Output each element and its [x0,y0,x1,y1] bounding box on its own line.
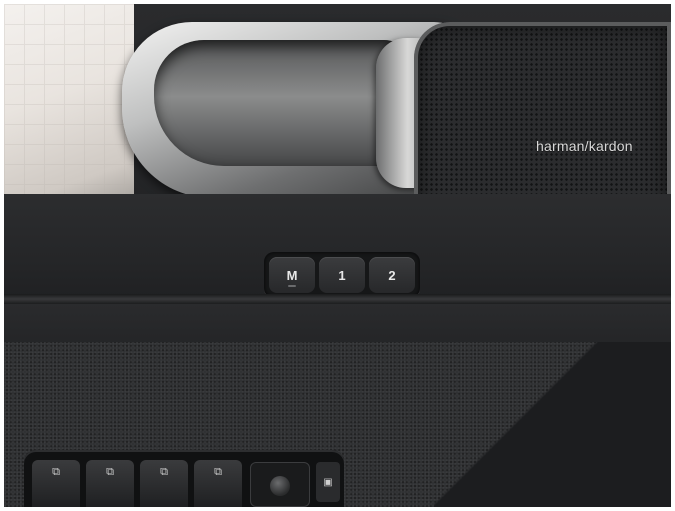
window-switch-rear-right[interactable]: ⧉ [194,460,242,507]
carpet-edge-shadow [434,342,671,507]
car-door-photo: harman/kardon M 1 2 ⧉ ⧉ ⧉ ⧉ ▣ [4,4,671,507]
memory-indicator-light [288,285,296,287]
lock-icon: ▣ [323,476,333,488]
speaker-brand-logo: harman/kardon [536,138,633,154]
memory-set-button[interactable]: M [269,257,315,293]
mirror-joystick-icon[interactable] [270,476,290,496]
window-switch-front-left[interactable]: ⧉ [32,460,80,507]
memory-set-label: M [286,267,298,283]
trim-seam [4,294,671,304]
memory-1-button[interactable]: 1 [319,257,365,293]
window-icon: ⧉ [52,466,60,478]
memory-1-label: 1 [338,267,346,283]
window-icon: ⧉ [106,466,114,478]
window-icon: ⧉ [160,466,168,478]
window-switch-rear-left[interactable]: ⧉ [140,460,188,507]
mirror-control[interactable] [250,462,310,507]
window-switch-panel: ⧉ ⧉ ⧉ ⧉ ▣ [24,450,344,507]
seat-memory-buttons: M 1 2 [264,252,420,298]
door-handle-cavity [154,40,414,166]
memory-2-label: 2 [388,267,396,283]
memory-2-button[interactable]: 2 [369,257,415,293]
window-switch-front-right[interactable]: ⧉ [86,460,134,507]
child-lock-button[interactable]: ▣ [316,462,340,502]
window-icon: ⧉ [214,466,222,478]
